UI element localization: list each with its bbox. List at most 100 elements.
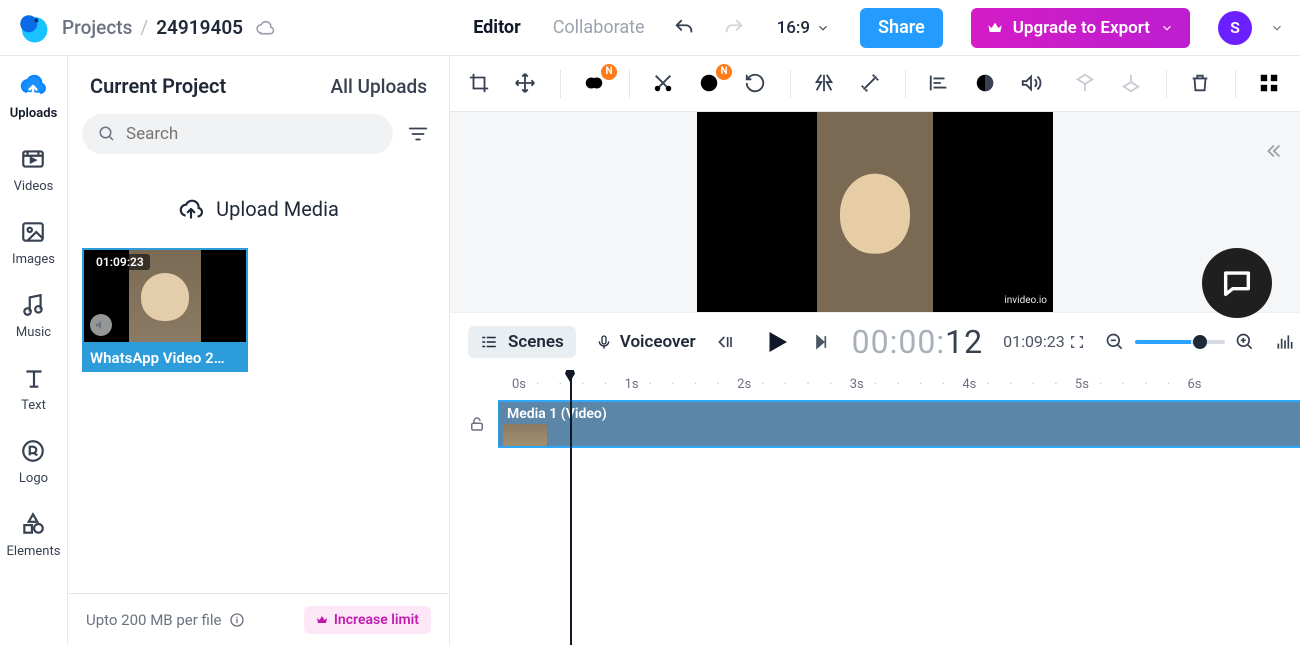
- rail-text-label: Text: [21, 398, 46, 413]
- flip-tool[interactable]: [813, 72, 837, 96]
- upload-limit-text: Upto 200 MB per file: [86, 611, 245, 629]
- grid-tool[interactable]: [1258, 72, 1282, 96]
- crown-icon: [987, 20, 1003, 36]
- app-logo: [16, 11, 50, 45]
- text-icon: [20, 364, 48, 392]
- cloud-sync-icon: [255, 18, 275, 38]
- cloud-upload-icon: [178, 196, 204, 222]
- layer-down-tool[interactable]: [1120, 72, 1144, 96]
- zoom-slider[interactable]: [1135, 340, 1225, 344]
- uploads-panel: Current Project All Uploads Upload Media: [68, 56, 450, 645]
- rail-elements-label: Elements: [7, 544, 61, 559]
- undo-button[interactable]: [673, 17, 695, 39]
- delete-tool[interactable]: [1189, 72, 1213, 96]
- video-icon: [19, 145, 47, 173]
- cloud-upload-icon: [19, 72, 47, 100]
- voiceover-label: Voiceover: [620, 332, 696, 352]
- breadcrumb-project-id: 24919405: [156, 16, 243, 39]
- media-thumbnail[interactable]: 01:09:23: [82, 248, 248, 344]
- editor-toolbar: N N: [450, 56, 1300, 112]
- zoom-in-button[interactable]: [1235, 332, 1255, 352]
- track-lock-icon[interactable]: [468, 415, 486, 433]
- layer-up-tool[interactable]: [1074, 72, 1098, 96]
- loop-tool[interactable]: [744, 72, 768, 96]
- zoom-out-button[interactable]: [1105, 332, 1125, 352]
- rail-images-label: Images: [12, 252, 55, 267]
- expand-icon[interactable]: [1069, 334, 1085, 350]
- cut-tool[interactable]: [652, 72, 676, 96]
- redo-button[interactable]: [723, 17, 745, 39]
- move-tool[interactable]: [514, 72, 538, 96]
- filter-button[interactable]: [407, 123, 429, 145]
- user-avatar[interactable]: S: [1218, 11, 1252, 45]
- search-input-wrap[interactable]: [82, 114, 393, 154]
- rail-music[interactable]: Music: [16, 291, 51, 340]
- clip-label: Media 1 (Video): [507, 406, 607, 422]
- chat-support-button[interactable]: [1202, 248, 1272, 318]
- voiceover-button[interactable]: Voiceover: [596, 332, 696, 352]
- media-filename: WhatsApp Video 2…: [82, 344, 248, 372]
- color-tool[interactable]: N: [583, 72, 607, 96]
- rail-text[interactable]: Text: [20, 364, 48, 413]
- timeline[interactable]: 0s· · · · 1s· · · · 2s· · · · 3s· · · · …: [450, 370, 1300, 645]
- panel-tab-current[interactable]: Current Project: [90, 74, 226, 98]
- increase-limit-button[interactable]: Increase limit: [304, 606, 431, 634]
- scenes-button[interactable]: Scenes: [468, 326, 576, 358]
- crown-icon: [316, 614, 328, 626]
- mute-icon: [90, 314, 112, 336]
- upgrade-export-label: Upgrade to Export: [1013, 18, 1150, 38]
- breadcrumb-projects[interactable]: Projects: [62, 16, 132, 39]
- rail-videos[interactable]: Videos: [14, 145, 54, 194]
- magic-tool[interactable]: [859, 72, 883, 96]
- top-bar: Projects / 24919405 Editor Collaborate 1…: [0, 0, 1300, 56]
- search-input[interactable]: [126, 124, 377, 144]
- upload-media-label: Upload Media: [216, 197, 339, 221]
- upgrade-export-button[interactable]: Upgrade to Export: [971, 8, 1190, 48]
- panel-tab-all[interactable]: All Uploads: [331, 75, 427, 98]
- tab-collaborate[interactable]: Collaborate: [553, 17, 645, 38]
- music-icon: [19, 291, 47, 319]
- rail-elements[interactable]: Elements: [7, 510, 61, 559]
- zoom-slider-thumb[interactable]: [1193, 335, 1207, 349]
- playhead[interactable]: [570, 370, 572, 645]
- trim-button[interactable]: [716, 332, 736, 352]
- image-icon: [19, 218, 47, 246]
- volume-tool[interactable]: [1020, 72, 1044, 96]
- left-rail: Uploads Videos Images Music Text Logo: [0, 56, 68, 645]
- rail-logo[interactable]: Logo: [19, 437, 48, 486]
- skip-end-button[interactable]: [812, 332, 832, 352]
- breadcrumb: Projects / 24919405: [62, 16, 275, 39]
- timeline-clip[interactable]: Media 1 (Video): [498, 400, 1300, 448]
- speed-tool[interactable]: N: [698, 72, 722, 96]
- info-icon[interactable]: [229, 612, 245, 628]
- aspect-ratio-selector[interactable]: 16:9: [777, 18, 830, 38]
- scenes-label: Scenes: [508, 332, 564, 352]
- rail-images[interactable]: Images: [12, 218, 55, 267]
- avatar-menu-chevron[interactable]: [1270, 21, 1284, 35]
- chevron-down-icon: [816, 21, 830, 35]
- rail-videos-label: Videos: [14, 179, 54, 194]
- aspect-ratio-value: 16:9: [777, 18, 810, 38]
- share-button[interactable]: Share: [860, 8, 943, 48]
- levels-button[interactable]: [1275, 332, 1295, 352]
- crop-tool[interactable]: [468, 72, 492, 96]
- collapse-panel-button[interactable]: [1262, 140, 1284, 162]
- logo-icon: [19, 437, 47, 465]
- rail-music-label: Music: [16, 325, 51, 340]
- breadcrumb-separator: /: [140, 16, 148, 39]
- timeline-ruler: 0s· · · · 1s· · · · 2s· · · · 3s· · · · …: [450, 370, 1300, 398]
- tab-editor[interactable]: Editor: [473, 17, 520, 38]
- media-card[interactable]: 01:09:23 WhatsApp Video 2…: [82, 248, 248, 372]
- new-badge: N: [601, 64, 617, 80]
- upload-media-button[interactable]: Upload Media: [82, 180, 435, 238]
- video-preview[interactable]: invideo.io: [697, 112, 1053, 312]
- rail-uploads-label: Uploads: [10, 106, 58, 121]
- mask-tool[interactable]: [974, 72, 998, 96]
- play-button[interactable]: [762, 327, 792, 357]
- rail-uploads[interactable]: Uploads: [10, 72, 58, 121]
- media-duration: 01:09:23: [90, 254, 150, 270]
- increase-limit-label: Increase limit: [334, 612, 419, 628]
- rail-logo-label: Logo: [19, 471, 48, 486]
- align-tool[interactable]: [928, 72, 952, 96]
- total-duration: 01:09:23: [1003, 332, 1085, 351]
